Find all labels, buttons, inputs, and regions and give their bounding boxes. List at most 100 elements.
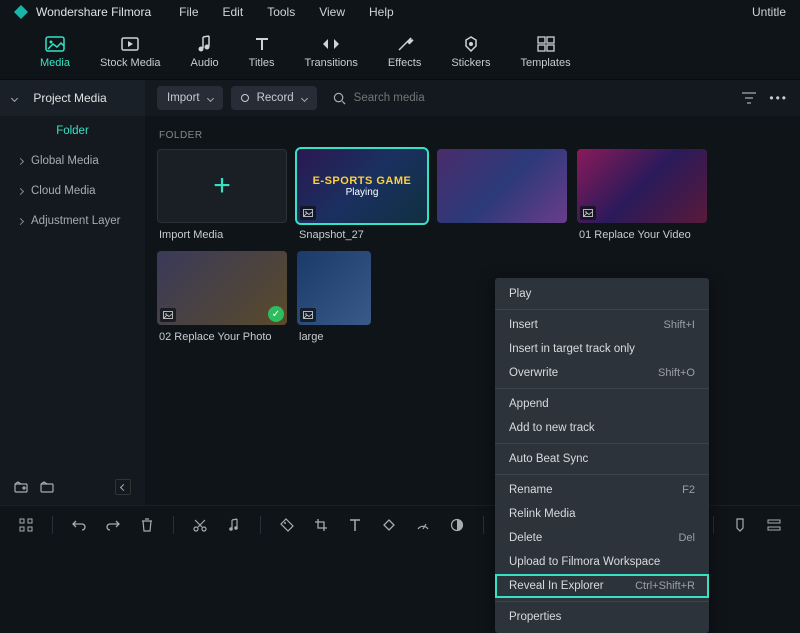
sidebar-header-title: Project Media [33,91,106,105]
tab-templates[interactable]: Templates [520,35,570,69]
sidebar-header[interactable]: Project Media [0,80,145,116]
keyframe-icon[interactable] [381,517,397,533]
undo-icon[interactable] [71,517,87,533]
menu-edit[interactable]: Edit [223,5,244,19]
image-badge-icon [580,206,596,220]
chevron-down-icon [301,94,308,101]
grid-icon[interactable] [18,517,34,533]
tab-transitions[interactable]: Transitions [305,35,358,69]
tab-stickers[interactable]: Stickers [451,35,490,69]
music-icon[interactable] [226,517,242,533]
ctx-insert[interactable]: InsertShift+I [495,313,709,337]
tool-tabs: Media Stock Media Audio Titles Transitio… [0,24,800,80]
tab-label: Stickers [451,57,490,69]
redo-icon[interactable] [105,517,121,533]
ctx-append[interactable]: Append [495,392,709,416]
media-thumb[interactable] [437,149,567,223]
speed-icon[interactable] [415,517,431,533]
ctx-insert-target[interactable]: Insert in target track only [495,337,709,361]
text-icon[interactable] [347,517,363,533]
sidebar-item-adjustment-layer[interactable]: Adjustment Layer [0,206,145,236]
track-icon[interactable] [766,517,782,533]
ctx-divider [495,309,709,310]
menu-file[interactable]: File [179,5,198,19]
media-icon [45,35,65,53]
color-icon[interactable] [449,517,465,533]
tab-titles[interactable]: Titles [249,35,275,69]
collapse-sidebar-button[interactable] [115,479,131,495]
ctx-auto-beat-sync[interactable]: Auto Beat Sync [495,447,709,471]
ctx-relink-media[interactable]: Relink Media [495,502,709,526]
import-dropdown[interactable]: Import [157,86,223,110]
ctx-delete[interactable]: DeleteDel [495,526,709,550]
media-thumb[interactable] [297,251,371,325]
ctx-divider [495,474,709,475]
sidebar-item-label: Global Media [31,155,99,167]
title-bar: Wondershare Filmora File Edit Tools View… [0,0,800,24]
ctx-properties[interactable]: Properties [495,605,709,629]
chevron-right-icon [17,187,24,194]
folder-icon[interactable] [40,481,54,493]
separator [173,516,174,534]
separator [52,516,53,534]
tag-icon[interactable] [279,517,295,533]
sidebar-item-cloud-media[interactable]: Cloud Media [0,176,145,206]
import-thumb[interactable]: + [157,149,287,223]
sidebar-item-global-media[interactable]: Global Media [0,146,145,176]
plus-icon: + [213,169,231,203]
tab-stock-media[interactable]: Stock Media [100,35,161,69]
image-badge-icon [300,308,316,322]
menu-tools[interactable]: Tools [267,5,295,19]
tab-label: Effects [388,57,421,69]
marker-icon[interactable] [732,517,748,533]
menu-help[interactable]: Help [369,5,394,19]
search-wrap [333,92,734,105]
media-thumb[interactable] [577,149,707,223]
sidebar-item-label: Cloud Media [31,185,96,197]
sidebar-item-folder[interactable]: Folder [0,116,145,146]
sidebar-item-label: Folder [56,125,89,137]
crop-icon[interactable] [313,517,329,533]
media-item-import[interactable]: + Import Media [157,149,287,241]
filter-icon[interactable] [741,91,757,105]
tab-audio[interactable]: Audio [191,35,219,69]
media-item-snapshot[interactable]: E-SPORTS GAME Playing Snapshot_27 [297,149,427,241]
app-logo-icon [14,5,28,19]
ctx-play[interactable]: Play [495,282,709,306]
add-bin-icon[interactable] [14,481,28,493]
ctx-upload-workspace[interactable]: Upload to Filmora Workspace [495,550,709,574]
cut-icon[interactable] [192,517,208,533]
record-dropdown[interactable]: Record [231,86,317,110]
media-thumb[interactable]: ✓ [157,251,287,325]
content-panel: Import Record ••• FOLDER + Import Media [145,80,800,505]
search-icon [333,92,346,105]
effects-icon [395,35,415,53]
thumb-overlay-text: E-SPORTS GAME Playing [313,175,412,198]
media-thumb[interactable]: E-SPORTS GAME Playing [297,149,427,223]
media-label: Import Media [157,229,287,241]
image-badge-icon [300,206,316,220]
media-item-replace-photo[interactable]: ✓ 02 Replace Your Photo [157,251,287,343]
search-input[interactable] [354,92,734,104]
ctx-overwrite[interactable]: OverwriteShift+O [495,361,709,385]
ctx-divider [495,388,709,389]
more-icon[interactable]: ••• [769,91,788,105]
menu-view[interactable]: View [319,5,345,19]
audio-icon [195,35,215,53]
media-item-replace-video[interactable]: 01 Replace Your Video [577,149,707,241]
tab-effects[interactable]: Effects [388,35,421,69]
ctx-add-new-track[interactable]: Add to new track [495,416,709,440]
stickers-icon [461,35,481,53]
ctx-divider [495,601,709,602]
delete-icon[interactable] [139,517,155,533]
chevron-left-icon [119,483,126,490]
context-menu: Play InsertShift+I Insert in target trac… [495,278,709,633]
tab-label: Templates [520,57,570,69]
tab-label: Media [40,57,70,69]
tab-media[interactable]: Media [40,35,70,69]
media-item-large[interactable]: large [297,251,427,343]
ctx-rename[interactable]: RenameF2 [495,478,709,502]
media-item-streamer[interactable] [437,149,567,241]
ctx-divider [495,443,709,444]
ctx-reveal-in-explorer[interactable]: Reveal In ExplorerCtrl+Shift+R [495,574,709,598]
